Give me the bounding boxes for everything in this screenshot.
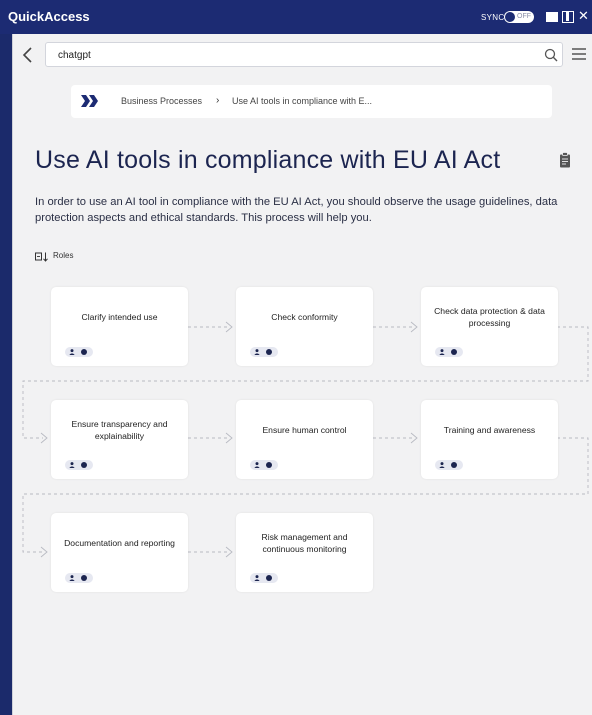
info-icon <box>266 462 272 468</box>
info-icon <box>81 575 87 581</box>
step-badges[interactable] <box>250 573 278 583</box>
step-badges[interactable] <box>435 347 463 357</box>
step-badges[interactable] <box>65 347 93 357</box>
flow-connectors <box>22 321 589 558</box>
info-icon <box>266 349 272 355</box>
sync-state-label: OFF <box>517 13 531 20</box>
step-label: Ensure transparency and explainability <box>71 419 168 441</box>
step-label: Documentation and reporting <box>64 538 175 548</box>
person-icon <box>69 349 75 355</box>
step-label: Clarify intended use <box>81 312 158 322</box>
step-badges[interactable] <box>250 460 278 470</box>
step-label: Ensure human control <box>262 425 347 435</box>
step-badges[interactable] <box>250 347 278 357</box>
step-risk-management[interactable]: Risk management and continuous monitorin… <box>236 513 373 592</box>
person-icon <box>439 349 445 355</box>
step-label: Check data protection & data processing <box>434 306 545 328</box>
process-flow: Clarify intended use Check conformity Ch… <box>13 34 592 715</box>
step-check-data-protection[interactable]: Check data protection & data processing <box>421 287 558 366</box>
step-badges[interactable] <box>65 460 93 470</box>
step-check-conformity[interactable]: Check conformity <box>236 287 373 366</box>
sync-label: SYNC <box>481 13 505 22</box>
sync-toggle[interactable]: OFF <box>504 11 534 23</box>
split-view-button[interactable] <box>562 11 574 23</box>
step-badges[interactable] <box>65 573 93 583</box>
step-label: Risk management and continuous monitorin… <box>261 532 348 554</box>
minimize-button[interactable] <box>546 12 558 22</box>
step-label: Training and awareness <box>443 425 536 435</box>
person-icon <box>254 462 260 468</box>
title-bar: QuickAccess SYNC OFF ✕ <box>0 0 592 34</box>
person-icon <box>69 462 75 468</box>
info-icon <box>451 462 457 468</box>
step-clarify-intended-use[interactable]: Clarify intended use <box>51 287 188 366</box>
info-icon <box>266 575 272 581</box>
app-title: QuickAccess <box>8 9 90 24</box>
step-ensure-transparency[interactable]: Ensure transparency and explainability <box>51 400 188 479</box>
step-label: Check conformity <box>271 312 338 322</box>
main-content: Business Processes › Use AI tools in com… <box>12 34 592 715</box>
person-icon <box>69 575 75 581</box>
person-icon <box>254 349 260 355</box>
info-icon <box>81 349 87 355</box>
info-icon <box>451 349 457 355</box>
info-icon <box>81 462 87 468</box>
step-training-awareness[interactable]: Training and awareness <box>421 400 558 479</box>
close-window-button[interactable]: ✕ <box>578 8 589 24</box>
step-ensure-human-control[interactable]: Ensure human control <box>236 400 373 479</box>
person-icon <box>439 462 445 468</box>
step-documentation-reporting[interactable]: Documentation and reporting <box>51 513 188 592</box>
step-badges[interactable] <box>435 460 463 470</box>
sync-toggle-knob <box>505 12 515 22</box>
person-icon <box>254 575 260 581</box>
